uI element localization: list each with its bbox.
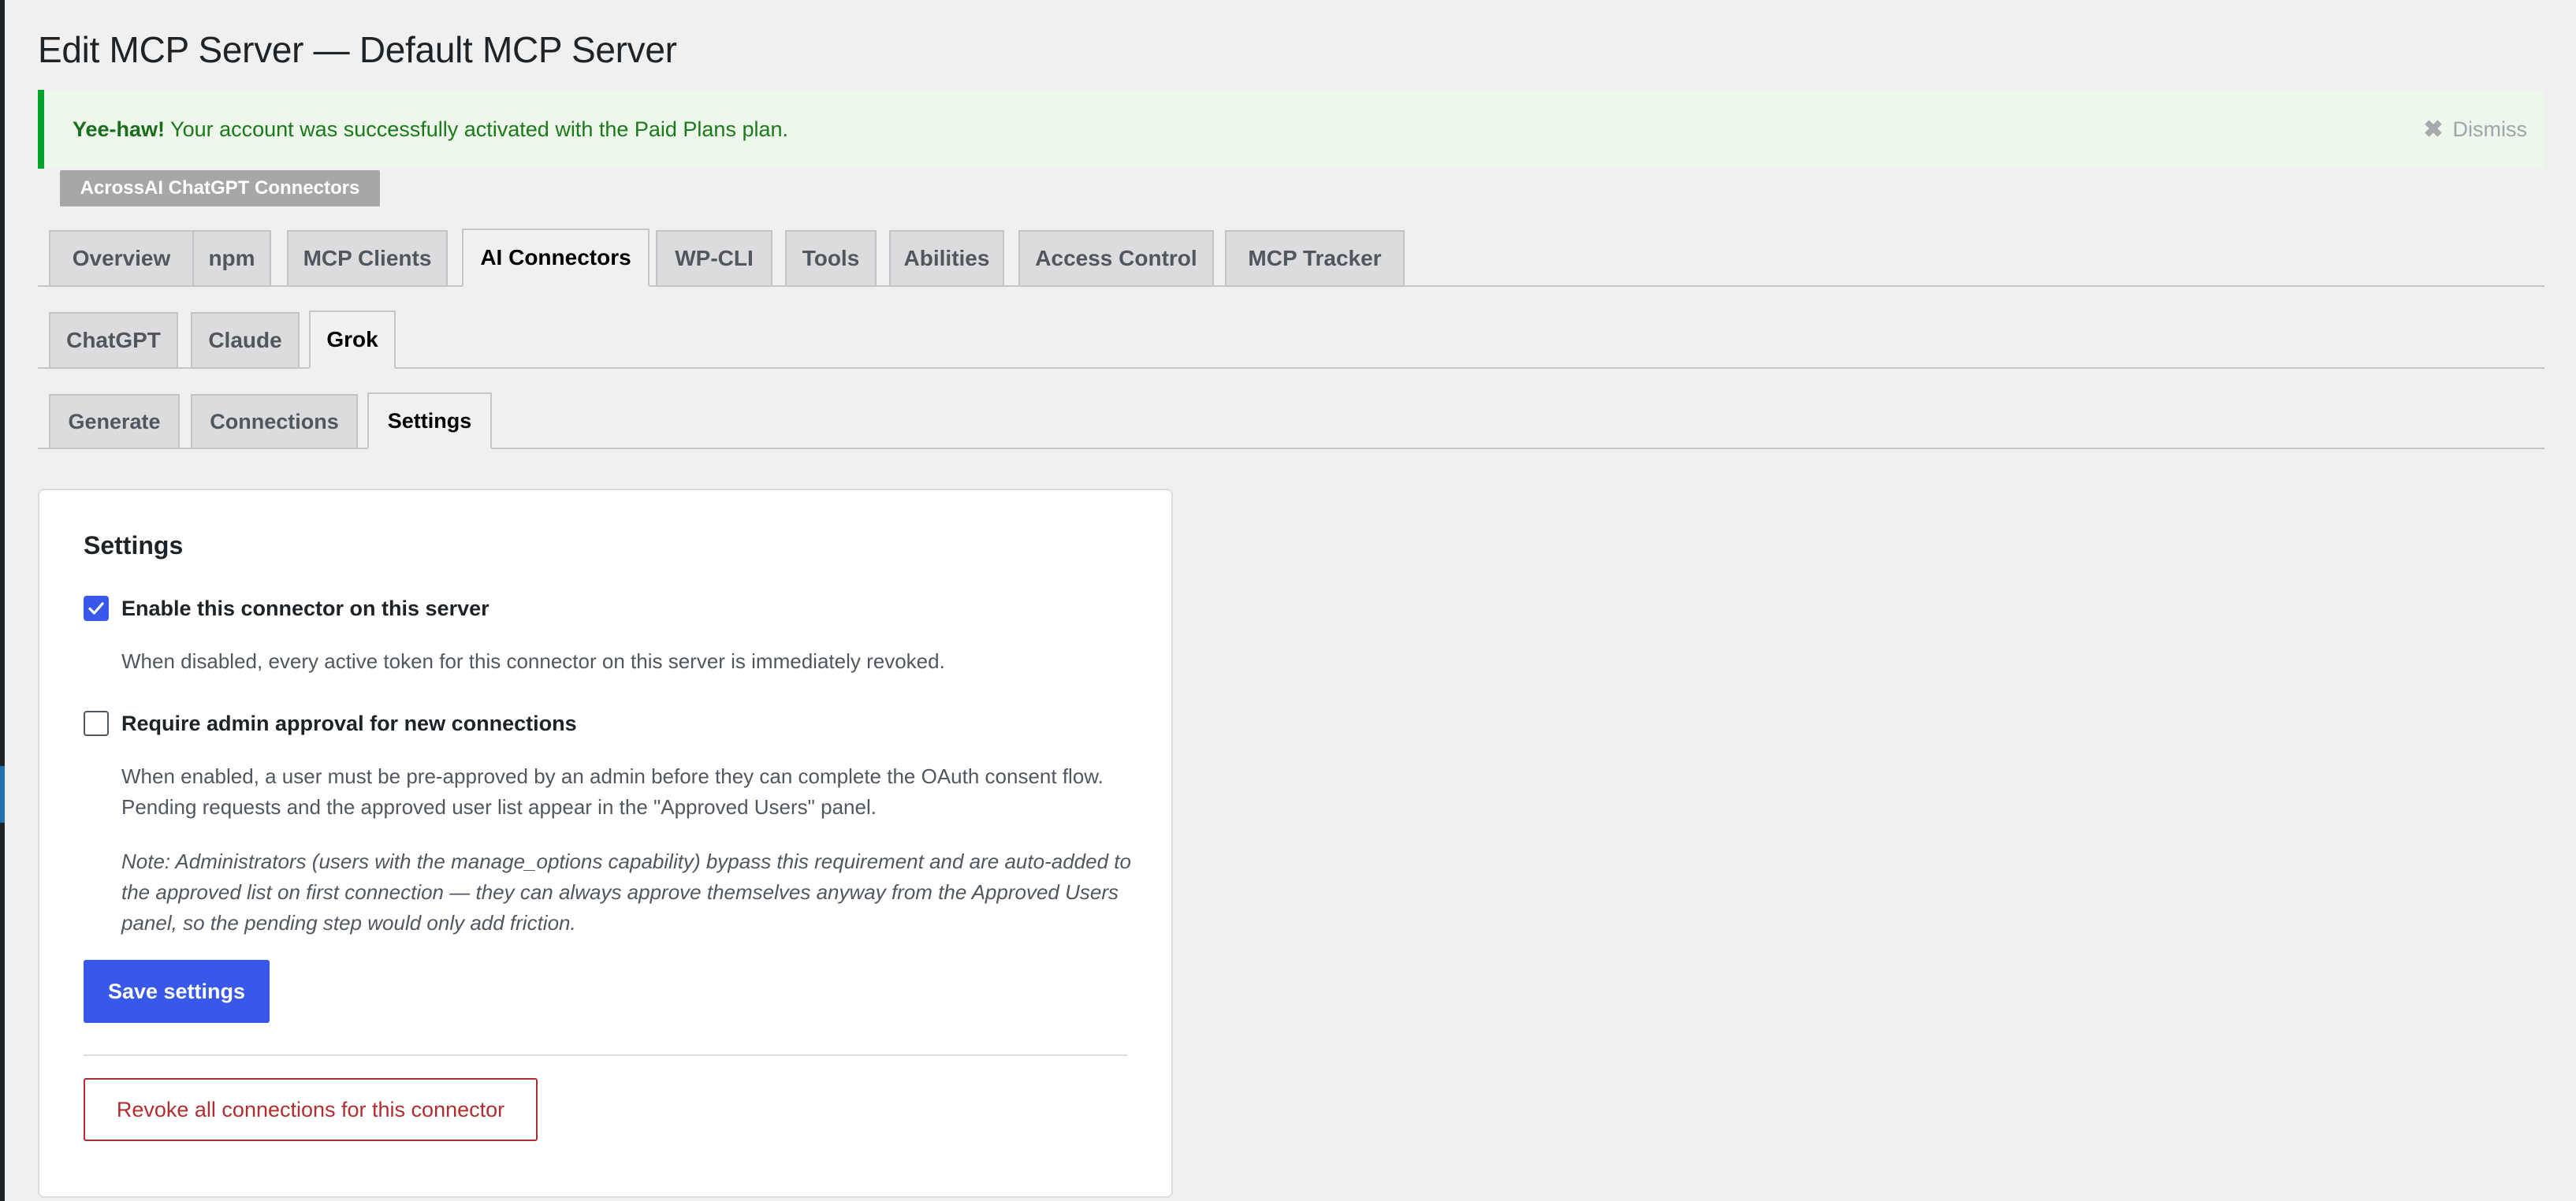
require-approval-checkbox[interactable] — [84, 711, 109, 736]
page-title: Edit MCP Server — Default MCP Server — [38, 29, 677, 70]
enable-connector-description: When disabled, every active token for th… — [121, 649, 945, 673]
section-divider — [84, 1054, 1127, 1056]
connector-sub-tabs: Generate Connections Settings — [38, 392, 2544, 449]
tab-settings[interactable]: Settings — [367, 392, 492, 449]
revoke-all-connections-button[interactable]: Revoke all connections for this connecto… — [84, 1078, 538, 1141]
close-icon: ✖ — [2423, 116, 2444, 143]
tab-npm[interactable]: npm — [192, 230, 271, 287]
tab-chatgpt[interactable]: ChatGPT — [49, 312, 178, 369]
tab-access-control[interactable]: Access Control — [1018, 230, 1214, 287]
tab-mcp-clients[interactable]: MCP Clients — [287, 230, 448, 287]
success-notice: Yee-haw! Your account was successfully a… — [38, 90, 2544, 169]
settings-card: Settings Enable this connector on this s… — [38, 489, 1173, 1198]
tab-mcp-tracker[interactable]: MCP Tracker — [1225, 230, 1405, 287]
tab-abilities[interactable]: Abilities — [889, 230, 1004, 287]
tab-ai-connectors[interactable]: AI Connectors — [462, 229, 650, 287]
tab-overview[interactable]: Overview — [49, 230, 194, 287]
tab-grok[interactable]: Grok — [309, 310, 396, 369]
save-settings-button[interactable]: Save settings — [84, 960, 270, 1023]
require-approval-description: When enabled, a user must be pre-approve… — [121, 764, 1104, 819]
dismiss-button[interactable]: ✖ Dismiss — [2423, 90, 2527, 169]
tab-generate[interactable]: Generate — [49, 394, 180, 449]
admin-sidebar-active-marker — [0, 766, 5, 823]
tab-connections[interactable]: Connections — [191, 394, 358, 449]
connector-tabs: ChatGPT Claude Grok — [38, 310, 2544, 369]
require-approval-label[interactable]: Require admin approval for new connectio… — [121, 712, 577, 736]
notice-strong: Yee-haw! — [73, 117, 166, 141]
plugin-badge: AcrossAI ChatGPT Connectors — [60, 170, 380, 206]
admin-bypass-note: Note: Administrators (users with the man… — [121, 850, 1131, 935]
main-tabs: Overview npm npm MCP Clients AI Connecto… — [38, 229, 2544, 287]
notice-text: Your account was successfully activated … — [165, 117, 788, 141]
tab-wp-cli[interactable]: WP-CLI — [656, 230, 772, 287]
admin-sidebar-edge — [0, 0, 5, 1201]
tab-claude[interactable]: Claude — [191, 312, 300, 369]
notice-message: Yee-haw! Your account was successfully a… — [73, 117, 788, 142]
enable-connector-label[interactable]: Enable this connector on this server — [121, 597, 490, 621]
settings-title: Settings — [84, 531, 184, 560]
tab-tools[interactable]: Tools — [785, 230, 877, 287]
checkmark-icon — [88, 602, 104, 615]
enable-connector-checkbox[interactable] — [84, 596, 109, 621]
dismiss-label: Dismiss — [2452, 117, 2528, 141]
